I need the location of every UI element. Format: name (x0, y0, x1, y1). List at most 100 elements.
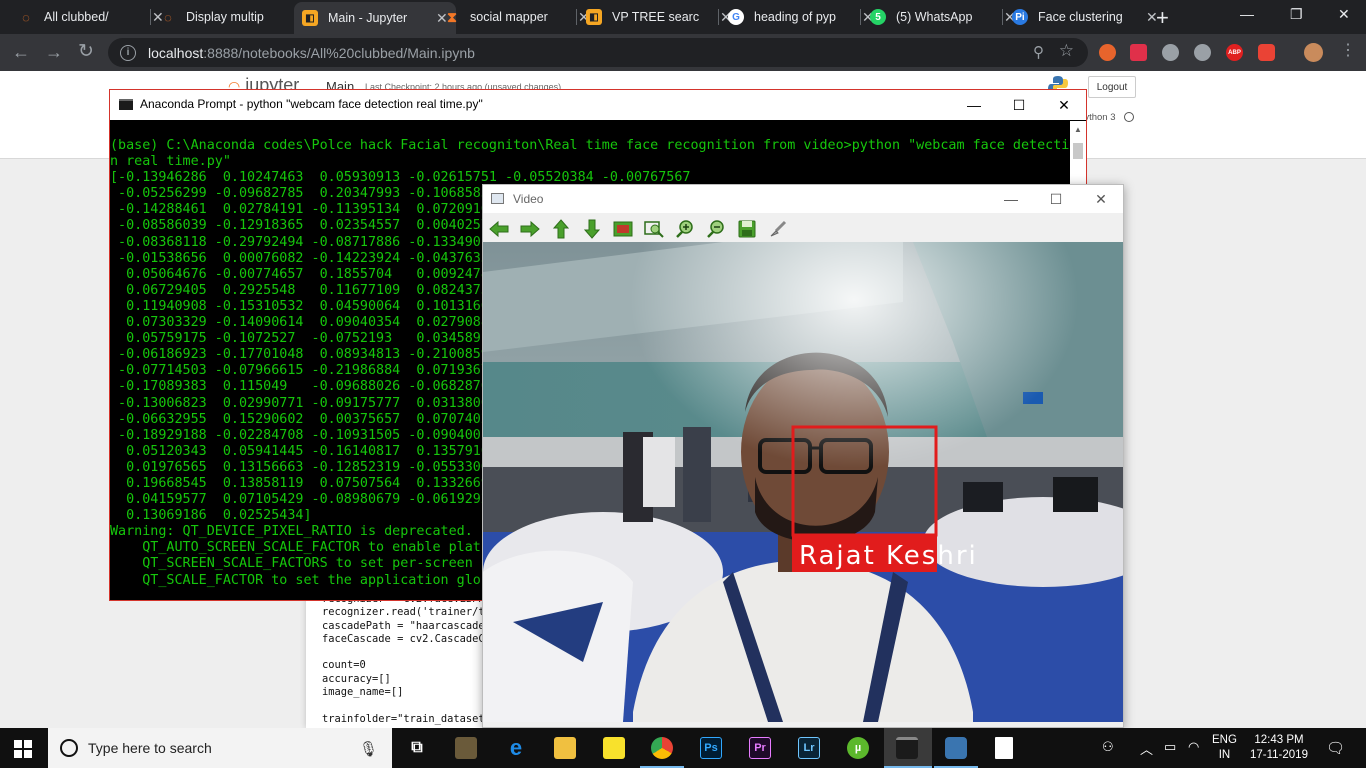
notepad-icon[interactable] (995, 737, 1013, 759)
google-icon: G (728, 9, 744, 25)
menu-kebab-icon[interactable]: ⋮ (1340, 40, 1356, 60)
tab-heading-of-pyp[interactable]: G heading of pyp ✕ (720, 0, 882, 34)
kernel-status-icon (1124, 112, 1134, 122)
close-window-icon[interactable]: ✕ (1338, 6, 1350, 23)
sticky-notes-icon[interactable] (603, 737, 625, 759)
snipping-tool-icon[interactable] (455, 737, 477, 759)
restore-icon[interactable]: ❐ (1290, 6, 1303, 23)
utorrent-icon[interactable]: µ (847, 737, 869, 759)
close-icon[interactable]: ✕ (1081, 187, 1121, 211)
file-explorer-icon[interactable] (554, 737, 576, 759)
zoom-region-icon[interactable] (638, 216, 669, 242)
edge-icon[interactable]: e (505, 735, 527, 760)
code-cell[interactable]: recognizer = cv2.face.LBPHrecognizer.rea… (322, 593, 485, 726)
arrow-extension-icon[interactable] (1130, 44, 1147, 61)
close-icon[interactable]: ✕ (1044, 93, 1084, 117)
bookmark-star-icon[interactable]: ☆ (1059, 41, 1074, 61)
pan-right-icon[interactable] (514, 216, 545, 242)
search-icon[interactable]: ⚲ (1033, 43, 1044, 61)
people-icon[interactable]: ⚇ (1102, 739, 1114, 755)
chrome-icon[interactable] (651, 737, 673, 759)
zoom-in-icon[interactable] (669, 216, 700, 242)
wifi-icon[interactable]: ◠ (1188, 739, 1199, 755)
windows-start-icon[interactable] (14, 740, 32, 758)
photoshop-icon[interactable]: Ps (700, 737, 722, 759)
window-icon (491, 193, 504, 204)
zoom-to-fit-icon[interactable] (607, 216, 638, 242)
console-line: (base) C:\Anaconda codes\Polce hack Faci… (110, 138, 1070, 153)
scroll-up-icon[interactable]: ▲ (1074, 125, 1082, 134)
minimize-icon[interactable]: — (954, 93, 994, 117)
tab-label: All clubbed/ (44, 10, 109, 24)
info-icon[interactable]: i (120, 44, 136, 61)
jupyter-icon: ◌ (164, 9, 172, 25)
tab-separator (150, 9, 151, 25)
console-icon (119, 99, 133, 110)
battery-icon[interactable]: ▭ (1164, 739, 1176, 755)
notifications-icon[interactable]: 🗨 (1326, 739, 1345, 757)
forward-button[interactable]: → (45, 42, 63, 63)
tab-separator (576, 9, 577, 25)
console-line: n real time.py" (110, 154, 231, 170)
video-titlebar[interactable]: Video — ☐ ✕ (483, 185, 1123, 213)
maximize-icon[interactable]: ☐ (999, 93, 1039, 117)
scrollbar-thumb[interactable] (1073, 143, 1083, 159)
anaconda-title: Anaconda Prompt - python "webcam face de… (140, 97, 483, 111)
camera-extension-icon[interactable] (1258, 44, 1275, 61)
taskbar-search-box[interactable]: Type here to search 🎙 (48, 728, 392, 768)
video-frame[interactable]: Rajat Keshri (483, 242, 1123, 722)
premiere-icon[interactable]: Pr (749, 737, 771, 759)
show-hidden-icons[interactable]: ︿ (1140, 739, 1153, 758)
gray-extension-icon-2[interactable] (1194, 44, 1211, 61)
tab-label: Main - Jupyter (328, 11, 408, 25)
profile-avatar[interactable] (1304, 43, 1323, 62)
logout-button[interactable]: Logout (1088, 76, 1136, 98)
taskbar-clock[interactable]: 12:43 PM 17-11-2019 (1250, 733, 1308, 763)
code-line: recognizer.read('trainer/t (322, 606, 485, 619)
face-label: Rajat Keshri (799, 541, 978, 571)
lightroom-icon[interactable]: Lr (798, 737, 820, 759)
video-title: Video (513, 192, 544, 206)
pan-up-icon[interactable] (545, 216, 576, 242)
code-line: count=0 (322, 659, 366, 672)
tab-all-clubbed[interactable]: ◌ All clubbed/ ✕ (10, 0, 172, 34)
url-text[interactable]: localhost:8888/notebooks/All%20clubbed/M… (148, 45, 475, 61)
jupyter-notebook-icon: ◧ (302, 10, 318, 26)
address-bar[interactable]: i localhost:8888/notebooks/All%20clubbed… (108, 38, 1088, 67)
browser-tab-strip: ◌ All clubbed/ ✕ ◌ Display multip ✕ ◧ Ma… (0, 0, 1366, 34)
python-icon[interactable] (945, 737, 967, 759)
tab-social-mapper[interactable]: ⧗ social mapper ✕ (436, 0, 598, 34)
whatsapp-icon: 5 (870, 9, 886, 25)
pan-left-icon[interactable] (483, 216, 514, 242)
back-button[interactable]: ← (12, 42, 30, 63)
save-icon[interactable] (731, 216, 762, 242)
tab-display-multiple[interactable]: ◌ Display multip ✕ (152, 0, 314, 34)
gray-extension-icon[interactable] (1162, 44, 1179, 61)
new-tab-button[interactable]: + (1156, 5, 1169, 31)
browser-toolbar: ← → ↻ i localhost:8888/notebooks/All%20c… (0, 34, 1366, 71)
tab-whatsapp[interactable]: 5 (5) WhatsApp ✕ (862, 0, 1024, 34)
minimize-icon[interactable]: — (991, 187, 1031, 211)
adblock-plus-icon[interactable]: ABP (1226, 44, 1243, 61)
microphone-icon[interactable]: 🎙 (359, 740, 378, 758)
tab-face-clustering[interactable]: Pi Face clustering ✕ (1004, 0, 1166, 34)
properties-brush-icon[interactable] (762, 216, 793, 242)
video-window: Video — ☐ ✕ Rajat Keshri (482, 184, 1124, 728)
task-view-icon[interactable]: ⧉ (406, 737, 428, 759)
tab-label: Display multip (186, 10, 264, 24)
zoom-out-icon[interactable] (700, 216, 731, 242)
tab-label: VP TREE searc (612, 10, 700, 24)
reload-button[interactable]: ↻ (78, 40, 94, 63)
tab-vp-tree[interactable]: ◧ VP TREE searc ✕ (578, 0, 740, 34)
anaconda-titlebar[interactable]: Anaconda Prompt - python "webcam face de… (110, 90, 1086, 120)
code-line: image_name=[] (322, 686, 404, 699)
windows-taskbar: Type here to search 🎙 ⧉ e Ps Pr Lr µ ⚇ ︿… (0, 728, 1366, 768)
pan-down-icon[interactable] (576, 216, 607, 242)
fire-extension-icon[interactable] (1099, 44, 1116, 61)
tab-main-jupyter[interactable]: ◧ Main - Jupyter ✕ (294, 2, 456, 34)
minimize-icon[interactable]: — (1240, 6, 1254, 22)
pyimagesearch-icon: Pi (1012, 9, 1028, 25)
cortana-icon (60, 739, 78, 757)
maximize-icon[interactable]: ☐ (1036, 187, 1076, 211)
input-language[interactable]: ENG IN (1212, 733, 1237, 763)
